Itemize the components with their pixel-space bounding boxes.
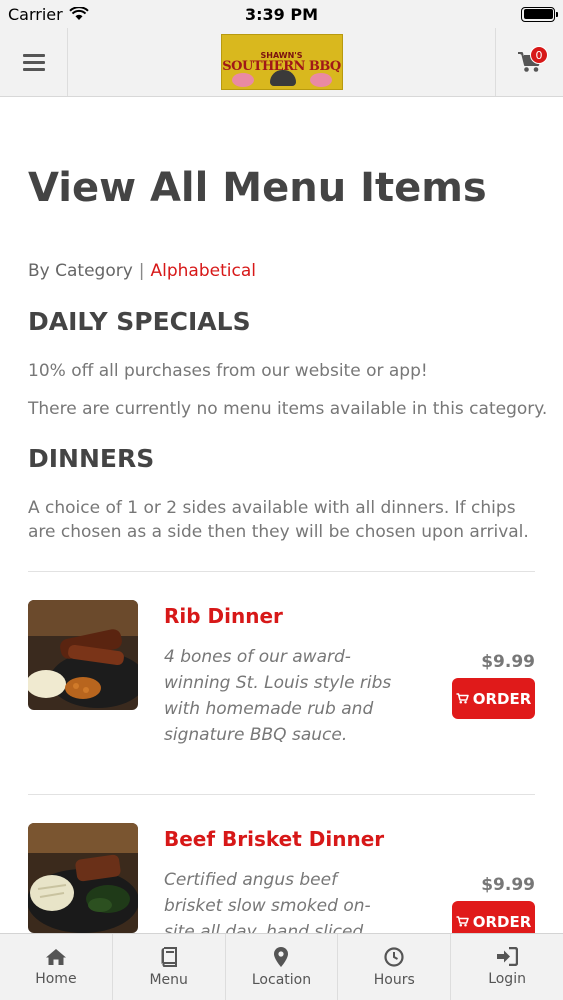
cart-count-badge: 0 bbox=[530, 46, 548, 64]
order-button-label: ORDER bbox=[472, 689, 532, 708]
tab-label: Home bbox=[35, 970, 77, 987]
grill-graphic bbox=[269, 70, 296, 86]
sort-by-category-link[interactable]: By Category bbox=[28, 261, 133, 281]
item-photo bbox=[28, 600, 138, 710]
divider bbox=[28, 571, 535, 572]
tab-menu[interactable]: Menu bbox=[113, 934, 226, 1000]
menu-toggle-button[interactable] bbox=[0, 28, 68, 96]
cart-icon bbox=[456, 916, 469, 927]
empty-category-message: There are currently no menu items availa… bbox=[28, 399, 548, 419]
sort-alphabetical-link[interactable]: Alphabetical bbox=[151, 261, 256, 281]
cart-icon bbox=[456, 693, 469, 704]
item-name[interactable]: Rib Dinner bbox=[164, 604, 283, 628]
item-name[interactable]: Beef Brisket Dinner bbox=[164, 827, 384, 851]
status-bar: Carrier 3:39 PM bbox=[0, 0, 563, 28]
tab-login[interactable]: Login bbox=[451, 934, 563, 1000]
tab-location[interactable]: Location bbox=[226, 934, 339, 1000]
tab-hours[interactable]: Hours bbox=[338, 934, 452, 1000]
tab-label: Hours bbox=[373, 971, 415, 988]
logo-container: SHAWN'S SOUTHERN BBQ bbox=[68, 28, 495, 96]
category-description: 10% off all purchases from our website o… bbox=[28, 361, 428, 381]
pig-graphic bbox=[231, 73, 254, 87]
menu-item-card[interactable]: Rib Dinner 4 bones of our award-winning … bbox=[28, 600, 535, 770]
wifi-icon bbox=[69, 7, 89, 20]
item-description: 4 bones of our award-winning St. Louis s… bbox=[164, 647, 392, 745]
pig-graphic bbox=[309, 73, 332, 87]
carrier-label: Carrier bbox=[8, 4, 63, 24]
category-description: A choice of 1 or 2 sides available with … bbox=[28, 498, 529, 542]
order-button[interactable]: ORDER bbox=[452, 678, 535, 719]
bottom-tab-bar: Home Menu Location Hours Login bbox=[0, 933, 563, 1000]
category-title-dinners: DINNERS bbox=[28, 444, 155, 473]
restaurant-logo[interactable]: SHAWN'S SOUTHERN BBQ bbox=[220, 34, 343, 90]
item-price: $9.99 bbox=[481, 652, 535, 672]
tab-label: Location bbox=[251, 971, 312, 988]
tab-home[interactable]: Home bbox=[0, 934, 113, 1000]
book-icon bbox=[161, 946, 177, 967]
page-title: View All Menu Items bbox=[28, 165, 487, 211]
cart-button[interactable]: 0 bbox=[495, 28, 563, 96]
divider bbox=[28, 794, 535, 795]
home-icon bbox=[45, 948, 66, 965]
tab-label: Menu bbox=[149, 971, 188, 988]
battery-icon bbox=[521, 6, 558, 22]
hamburger-icon bbox=[22, 53, 45, 71]
sort-options: By Category | Alphabetical bbox=[28, 261, 256, 281]
sort-separator: | bbox=[138, 261, 145, 281]
clock-icon bbox=[384, 946, 404, 967]
category-title-daily-specials: DAILY SPECIALS bbox=[28, 307, 251, 336]
app-header: SHAWN'S SOUTHERN BBQ 0 bbox=[0, 28, 563, 97]
tab-label: Login bbox=[488, 971, 526, 987]
item-photo bbox=[28, 823, 138, 933]
order-button-label: ORDER bbox=[472, 912, 532, 931]
item-price: $9.99 bbox=[481, 875, 535, 895]
map-pin-icon bbox=[274, 946, 289, 967]
login-icon bbox=[497, 947, 519, 966]
